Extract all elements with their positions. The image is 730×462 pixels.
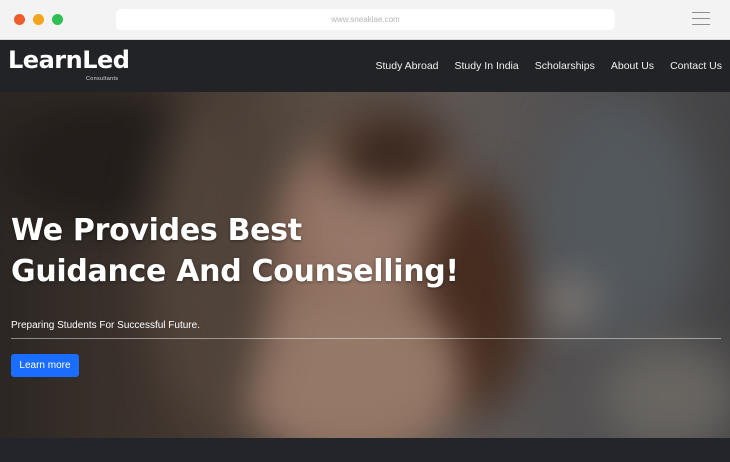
site-logo[interactable]: LearnLed Consultants xyxy=(8,46,138,86)
hamburger-menu-icon[interactable] xyxy=(692,12,710,26)
hero-content: We Provides Best Guidance And Counsellin… xyxy=(11,210,459,331)
nav-links: Study Abroad Study In India Scholarships… xyxy=(375,40,722,92)
logo-subtext: Consultants xyxy=(86,76,119,82)
window-minimize-button[interactable] xyxy=(33,14,44,25)
footer-strip xyxy=(0,438,730,462)
hero-heading-line2: Guidance And Counselling! xyxy=(11,254,459,289)
logo-text: LearnLed xyxy=(8,46,130,74)
address-bar[interactable]: www.sneaklae.com xyxy=(116,9,615,30)
nav-link-scholarships[interactable]: Scholarships xyxy=(535,60,595,72)
hero-heading: We Provides Best Guidance And Counsellin… xyxy=(11,210,459,292)
site-navbar: LearnLed Consultants Study Abroad Study … xyxy=(0,40,730,92)
browser-chrome: www.sneaklae.com xyxy=(0,0,730,40)
window-maximize-button[interactable] xyxy=(52,14,63,25)
hero-section: We Provides Best Guidance And Counsellin… xyxy=(0,92,730,438)
hero-divider xyxy=(11,338,721,339)
learn-more-button[interactable]: Learn more xyxy=(11,354,79,377)
hero-subtitle: Preparing Students For Successful Future… xyxy=(11,320,200,331)
nav-link-study-abroad[interactable]: Study Abroad xyxy=(375,60,438,72)
nav-link-about-us[interactable]: About Us xyxy=(611,60,654,72)
nav-link-study-in-india[interactable]: Study In India xyxy=(455,60,519,72)
carousel-dots[interactable] xyxy=(348,458,384,462)
window-close-button[interactable] xyxy=(14,14,25,25)
hero-heading-line1: We Provides Best xyxy=(11,213,302,248)
nav-link-contact-us[interactable]: Contact Us xyxy=(670,60,722,72)
